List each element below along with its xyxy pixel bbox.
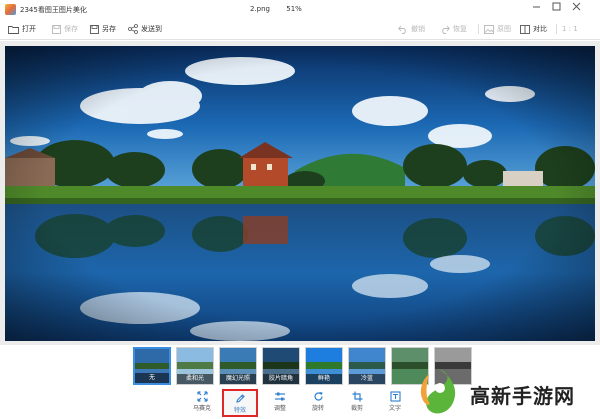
thumb-trees bbox=[177, 362, 213, 369]
effect-thumbnail[interactable]: 无 bbox=[133, 347, 171, 385]
effect-thumbnail[interactable]: 胶片暗角 bbox=[262, 347, 300, 385]
save-as-label: 另存 bbox=[102, 25, 116, 33]
effect-label: 胶片暗角 bbox=[263, 374, 299, 384]
toolbar-separator bbox=[556, 24, 557, 34]
thumb-sky bbox=[392, 348, 428, 363]
file-name: 2.png bbox=[250, 5, 271, 13]
ratio-label: 1 : 1 bbox=[562, 25, 578, 33]
mosaic-tool-button[interactable]: 马赛克 bbox=[184, 389, 220, 417]
zoom-level: 51% bbox=[286, 5, 302, 13]
lake-photo[interactable] bbox=[5, 46, 595, 341]
effect-label: 魔幻光照 bbox=[220, 374, 256, 384]
adjust-label: 调整 bbox=[273, 405, 286, 412]
image-viewer bbox=[0, 41, 600, 345]
thumb-sky bbox=[435, 348, 471, 363]
app-title: 2345看图王图片美化 bbox=[20, 6, 87, 14]
effect-thumbnail[interactable]: 鲜艳 bbox=[305, 347, 343, 385]
thumb-sky bbox=[220, 348, 256, 363]
open-label: 打开 bbox=[22, 25, 36, 33]
save-icon bbox=[52, 24, 61, 34]
effect-thumbnail[interactable]: 柔和光 bbox=[176, 347, 214, 385]
adjust-tool-button[interactable]: 调整 bbox=[262, 389, 298, 417]
rotate-tool-button[interactable]: 旋转 bbox=[300, 389, 336, 417]
original-button[interactable]: 原图 bbox=[484, 22, 511, 36]
thumb-sky bbox=[349, 348, 385, 363]
mosaic-label: 马赛克 bbox=[192, 405, 211, 412]
thumb-trees bbox=[306, 362, 342, 369]
thumb-sky bbox=[263, 348, 299, 363]
send-to-label: 发送到 bbox=[141, 25, 162, 33]
close-icon bbox=[572, 2, 580, 11]
undo-icon bbox=[398, 25, 406, 34]
save-as-button[interactable]: 另存 bbox=[90, 22, 116, 36]
open-button[interactable]: 打开 bbox=[8, 22, 36, 36]
minimize-button[interactable] bbox=[528, 2, 544, 16]
crop-icon bbox=[352, 391, 362, 402]
redo-label: 恢复 bbox=[453, 25, 467, 33]
original-label: 原图 bbox=[497, 25, 511, 33]
file-info: 2.png 51% bbox=[250, 5, 316, 13]
rotate-label: 旋转 bbox=[311, 405, 324, 412]
picture-icon bbox=[484, 24, 494, 34]
effect-thumbnail[interactable]: 冷蓝 bbox=[348, 347, 386, 385]
folder-icon bbox=[8, 25, 19, 34]
effects-label: 特效 bbox=[233, 407, 246, 414]
sliders-icon bbox=[275, 392, 285, 401]
effects-tool-button[interactable]: 特效 bbox=[222, 389, 258, 417]
effect-label: 柔和光 bbox=[177, 374, 213, 384]
maximize-icon bbox=[552, 2, 560, 11]
thumb-trees bbox=[349, 362, 385, 369]
title-bar: 2345看图王图片美化 2.png 51% bbox=[0, 0, 600, 18]
share-icon bbox=[128, 24, 138, 34]
save-label: 保存 bbox=[64, 25, 78, 33]
thumb-trees bbox=[220, 362, 256, 369]
effect-label: 鲜艳 bbox=[306, 374, 342, 384]
compare-button[interactable]: 对比 bbox=[520, 22, 547, 36]
text-tool-button[interactable]: 文字 bbox=[377, 389, 413, 417]
mosaic-icon bbox=[196, 391, 208, 402]
ratio-button[interactable]: 1 : 1 bbox=[562, 22, 578, 36]
crop-label: 裁剪 bbox=[350, 405, 363, 412]
save-as-icon bbox=[90, 24, 99, 34]
redo-icon bbox=[442, 25, 450, 34]
send-to-button[interactable]: 发送到 bbox=[128, 22, 162, 36]
crop-tool-button[interactable]: 裁剪 bbox=[339, 389, 375, 417]
text-label: 文字 bbox=[388, 405, 401, 412]
effect-label: 无 bbox=[135, 373, 169, 383]
thumb-sky bbox=[135, 349, 169, 363]
close-button[interactable] bbox=[568, 2, 584, 16]
save-button[interactable]: 保存 bbox=[52, 22, 78, 36]
undo-button[interactable]: 撤销 bbox=[398, 22, 425, 36]
text-icon bbox=[389, 391, 401, 402]
maximize-button[interactable] bbox=[548, 2, 564, 16]
minimize-icon bbox=[532, 6, 540, 8]
undo-label: 撤销 bbox=[411, 25, 425, 33]
effect-thumbnail[interactable]: 魔幻光照 bbox=[219, 347, 257, 385]
watermark-logo-icon bbox=[420, 369, 456, 414]
thumb-sky bbox=[306, 348, 342, 363]
effect-label: 冷蓝 bbox=[349, 374, 385, 384]
app-logo-icon bbox=[5, 4, 16, 15]
watermark-text: 高新手游网 bbox=[470, 384, 575, 408]
thumb-sky bbox=[177, 348, 213, 363]
pencil-icon bbox=[235, 394, 245, 403]
compare-icon bbox=[520, 24, 530, 34]
thumb-trees bbox=[263, 362, 299, 369]
toolbar-separator bbox=[478, 24, 479, 34]
toolbar: 打开 保存 另存 发送到 撤销 恢复 原图 对比 1 : 1 bbox=[0, 18, 600, 40]
compare-label: 对比 bbox=[533, 25, 547, 33]
rotate-icon bbox=[313, 392, 323, 401]
redo-button[interactable]: 恢复 bbox=[440, 22, 467, 36]
